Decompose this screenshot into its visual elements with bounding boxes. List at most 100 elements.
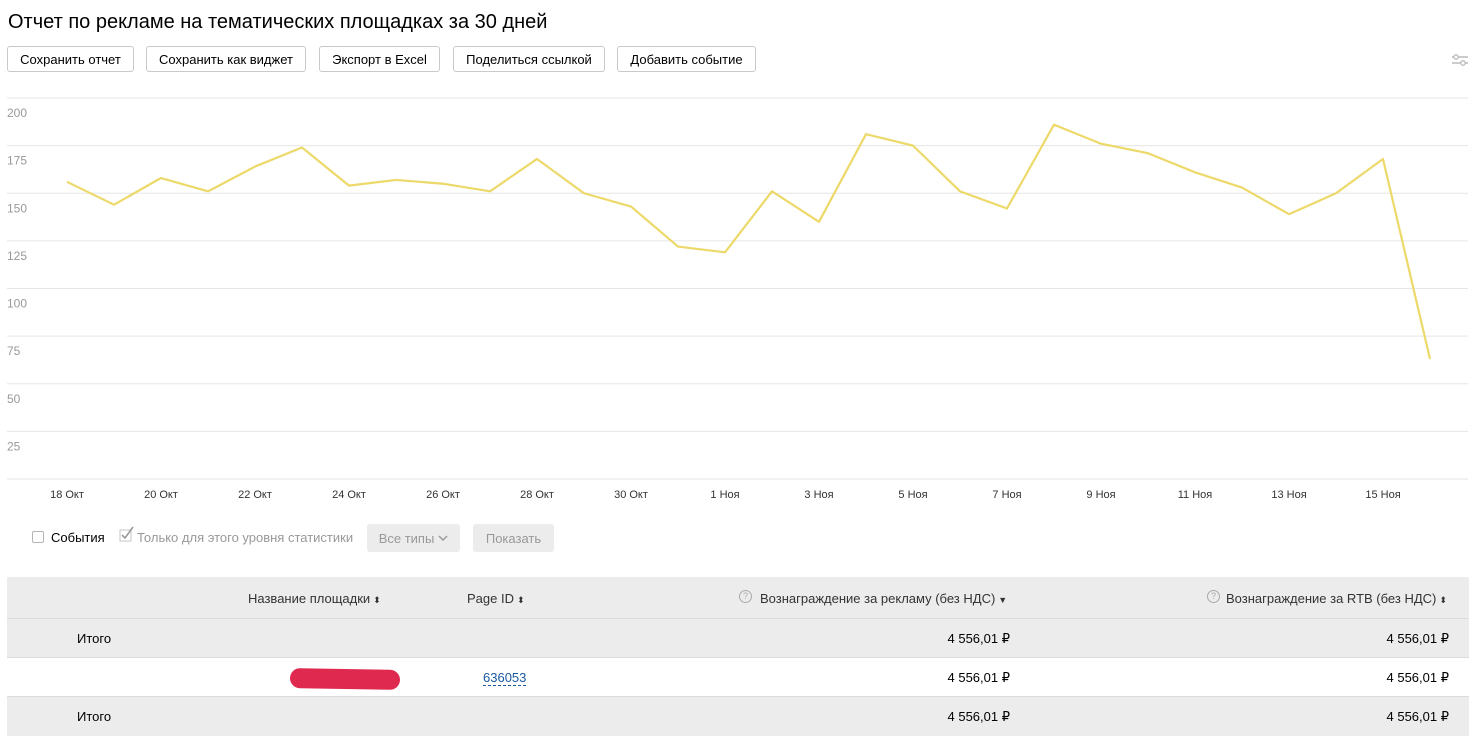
data-point[interactable] bbox=[205, 188, 211, 194]
x-tick-label: 28 Окт bbox=[520, 489, 554, 501]
footer-reward-ads: 4 556,01 ₽ bbox=[947, 709, 1011, 724]
show-button[interactable]: Показать bbox=[473, 524, 554, 552]
series-line bbox=[66, 123, 1432, 360]
check-icon[interactable] bbox=[119, 526, 135, 542]
sliders-icon[interactable] bbox=[1451, 53, 1469, 67]
data-point[interactable] bbox=[1145, 150, 1151, 156]
y-tick-label: 50 bbox=[7, 392, 21, 406]
y-tick-label: 150 bbox=[7, 201, 27, 215]
data-point[interactable] bbox=[581, 190, 587, 196]
header-reward-ads-label: Вознаграждение за рекламу (без НДС) bbox=[760, 591, 996, 606]
row-reward-ads: 4 556,01 ₽ bbox=[947, 670, 1011, 685]
x-tick-label: 5 Ноя bbox=[898, 489, 927, 501]
sort-icon: ⬍ bbox=[373, 595, 381, 605]
data-point[interactable] bbox=[393, 177, 399, 183]
header-reward-rtb-label: Вознаграждение за RTB (без НДС) bbox=[1226, 591, 1437, 606]
share-link-button[interactable]: Поделиться ссылкой bbox=[453, 46, 605, 72]
data-point[interactable] bbox=[440, 181, 446, 187]
data-point[interactable] bbox=[1286, 211, 1292, 217]
data-point[interactable] bbox=[957, 188, 963, 194]
y-tick-label: 175 bbox=[7, 154, 27, 168]
x-tick-label: 1 Ноя bbox=[710, 489, 739, 501]
data-point[interactable] bbox=[769, 188, 775, 194]
header-reward-ads[interactable]: Вознаграждение за рекламу (без НДС) ▼ bbox=[760, 591, 1007, 606]
data-point[interactable] bbox=[722, 249, 728, 255]
header-reward-rtb[interactable]: Вознаграждение за RTB (без НДС) ⬍ bbox=[1226, 591, 1447, 606]
x-tick-label: 24 Окт bbox=[332, 489, 366, 501]
add-event-button[interactable]: Добавить событие bbox=[617, 46, 756, 72]
sort-icon: ⬍ bbox=[516, 595, 525, 605]
save-report-button[interactable]: Сохранить отчет bbox=[7, 46, 134, 72]
x-tick-label: 26 Окт bbox=[426, 489, 460, 501]
y-tick-label: 100 bbox=[7, 297, 27, 311]
data-point[interactable] bbox=[1239, 185, 1245, 191]
x-tick-label: 13 Ноя bbox=[1271, 489, 1306, 501]
data-point[interactable] bbox=[628, 204, 634, 210]
total-reward-rtb: 4 556,01 ₽ bbox=[1386, 631, 1450, 646]
x-tick-label: 18 Окт bbox=[50, 489, 84, 501]
data-point[interactable] bbox=[346, 183, 352, 189]
y-tick-label: 75 bbox=[7, 344, 21, 358]
events-label: События bbox=[51, 530, 105, 545]
total-reward-ads: 4 556,01 ₽ bbox=[947, 631, 1011, 646]
header-name-label: Название площадки bbox=[248, 591, 371, 606]
x-tick-label: 20 Окт bbox=[144, 489, 178, 501]
help-icon[interactable]: ? bbox=[739, 590, 752, 603]
data-point[interactable] bbox=[158, 175, 164, 181]
data-point[interactable] bbox=[64, 179, 70, 185]
help-icon[interactable]: ? bbox=[1207, 590, 1220, 603]
header-page-id-label: Page ID bbox=[467, 591, 514, 606]
events-checkbox[interactable] bbox=[32, 531, 44, 543]
chart-filters: События Только для этого уровня статисти… bbox=[32, 524, 632, 552]
data-point[interactable] bbox=[1004, 205, 1010, 211]
table-header-row: Название площадки ⬍ Page ID ⬍ ? Вознагражд… bbox=[7, 577, 1469, 619]
total-row: Итого 4 556,01 ₽ 4 556,01 ₽ bbox=[7, 619, 1469, 658]
data-point[interactable] bbox=[1098, 141, 1104, 147]
y-tick-label: 25 bbox=[7, 439, 21, 453]
chart-svg: 200 175 150 125 100 75 50 25 18 Окт 20 Окт 22 Окт 2… bbox=[7, 97, 1468, 501]
header-page-id[interactable]: Page ID ⬍ bbox=[467, 591, 525, 606]
header-name[interactable]: Название площадки ⬍ bbox=[248, 591, 381, 606]
footer-total-row: Итого 4 556,01 ₽ 4 556,01 ₽ bbox=[7, 697, 1469, 736]
save-as-widget-button[interactable]: Сохранить как виджет bbox=[146, 46, 306, 72]
data-point[interactable] bbox=[1427, 356, 1433, 362]
y-tick-label: 200 bbox=[7, 106, 27, 120]
data-point[interactable] bbox=[487, 188, 493, 194]
x-tick-label: 7 Ноя bbox=[992, 489, 1021, 501]
export-excel-button[interactable]: Экспорт в Excel bbox=[319, 46, 440, 72]
x-tick-label: 11 Ноя bbox=[1178, 489, 1213, 501]
data-point[interactable] bbox=[816, 219, 822, 225]
footer-total-label: Итого bbox=[77, 709, 112, 724]
row-reward-rtb: 4 556,01 ₽ bbox=[1386, 670, 1450, 685]
page-id-link[interactable]: 636053 bbox=[483, 670, 527, 686]
line-chart: 200 175 150 125 100 75 50 25 18 Окт 20 Окт 22 Окт 2… bbox=[0, 95, 1475, 515]
data-point[interactable] bbox=[863, 131, 869, 137]
data-point[interactable] bbox=[1333, 190, 1339, 196]
x-tick-label: 9 Ноя bbox=[1086, 489, 1115, 501]
data-point[interactable] bbox=[111, 202, 117, 208]
page-title: Отчет по рекламе на тематических площадк… bbox=[8, 11, 548, 33]
footer-reward-rtb: 4 556,01 ₽ bbox=[1386, 709, 1450, 724]
x-tick-label: 15 Ноя bbox=[1365, 489, 1400, 501]
data-point[interactable] bbox=[534, 156, 540, 162]
all-types-select[interactable]: Все типы bbox=[367, 524, 460, 552]
total-label: Итого bbox=[77, 631, 112, 646]
all-types-label: Все типы bbox=[378, 530, 435, 546]
x-tick-label: 22 Окт bbox=[238, 489, 272, 501]
sort-icon: ⬍ bbox=[1439, 595, 1447, 605]
data-point[interactable] bbox=[1192, 169, 1198, 175]
table-row: 636053 4 556,01 ₽ 4 556,01 ₽ bbox=[7, 658, 1469, 697]
sort-desc-icon: ▼ bbox=[998, 595, 1008, 605]
data-point[interactable] bbox=[299, 145, 305, 151]
data-point[interactable] bbox=[252, 164, 258, 170]
data-point[interactable] bbox=[675, 244, 681, 250]
y-tick-label: 125 bbox=[7, 249, 27, 263]
chevron-down-icon bbox=[438, 535, 448, 542]
data-point[interactable] bbox=[1051, 122, 1057, 128]
x-tick-label: 3 Ноя bbox=[804, 489, 833, 501]
data-point[interactable] bbox=[1380, 156, 1386, 162]
only-level-label: Только для этого уровня статистики bbox=[137, 530, 354, 545]
x-tick-label: 30 Окт bbox=[614, 489, 648, 501]
data-point[interactable] bbox=[910, 143, 916, 149]
redacted-site-name bbox=[289, 668, 401, 690]
